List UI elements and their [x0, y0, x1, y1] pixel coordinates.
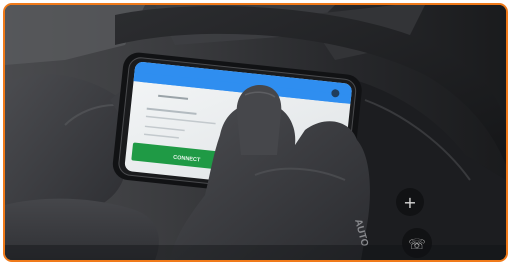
wheel-control-plus: +	[396, 188, 424, 216]
plus-icon: +	[403, 193, 416, 212]
car-interior-photo: + ☏ CONNECT AUTO	[5, 5, 506, 260]
photo-frame: + ☏ CONNECT AUTO	[3, 3, 508, 262]
